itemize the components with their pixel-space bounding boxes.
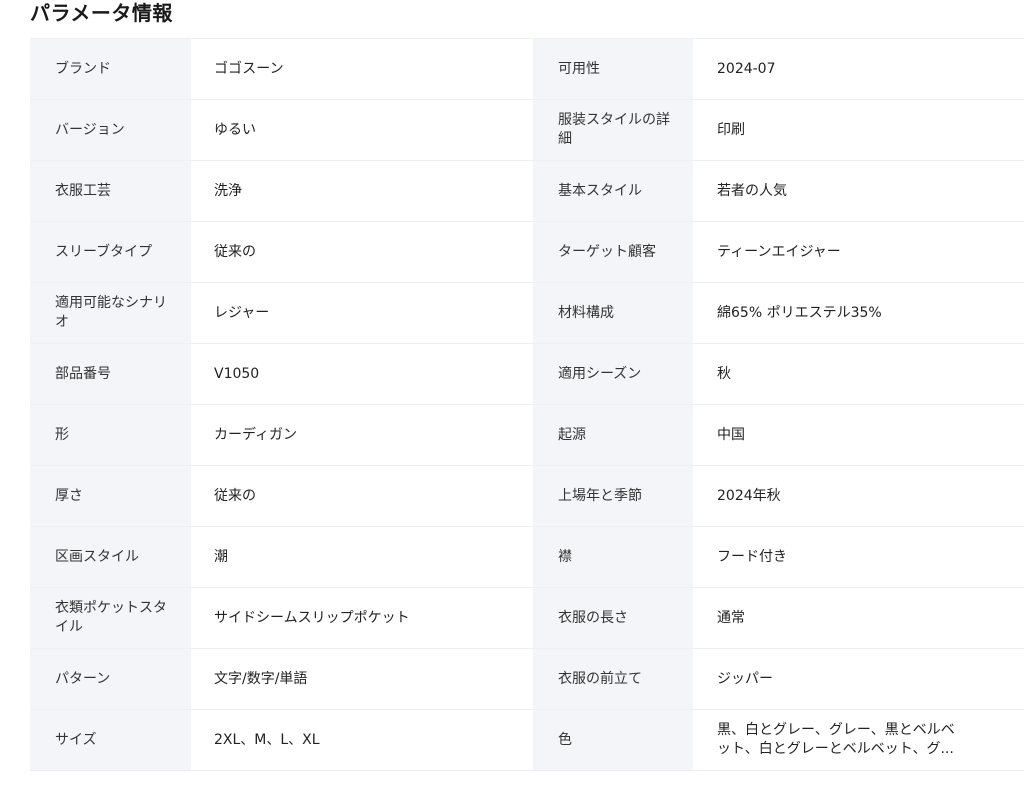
table-row: パターン 文字/数字/単語 衣服の前立て ジッパー xyxy=(30,649,1024,710)
param-value: 文字/数字/単語 xyxy=(191,649,533,709)
param-key: 基本スタイル xyxy=(533,161,693,221)
param-key: 材料構成 xyxy=(533,283,693,343)
param-key: 上場年と季節 xyxy=(533,466,693,526)
param-key: 襟 xyxy=(533,527,693,587)
table-row: 区画スタイル 潮 襟 フード付き xyxy=(30,527,1024,588)
param-key: 適用シーズン xyxy=(533,344,693,404)
param-key: 厚さ xyxy=(30,466,191,526)
param-value: 潮 xyxy=(191,527,533,587)
param-value: 2024年秋 xyxy=(693,466,1024,526)
param-key: 衣類ポケットスタイル xyxy=(30,588,191,648)
param-value: 印刷 xyxy=(693,100,1024,160)
param-key: 衣服の前立て xyxy=(533,649,693,709)
table-row: サイズ 2XL、M、L、XL 色 黒、白とグレー、グレー、黒とベルベット、白とグ… xyxy=(30,710,1024,771)
page-title: パラメータ情報 xyxy=(30,1,173,25)
param-value: 秋 xyxy=(693,344,1024,404)
param-value: サイドシームスリップポケット xyxy=(191,588,533,648)
table-row: 衣類ポケットスタイル サイドシームスリップポケット 衣服の長さ 通常 xyxy=(30,588,1024,649)
table-row: 形 カーディガン 起源 中国 xyxy=(30,405,1024,466)
param-value: レジャー xyxy=(191,283,533,343)
param-key: バージョン xyxy=(30,100,191,160)
parameter-table: ブランド ゴゴスーン 可用性 2024-07 バージョン ゆるい 服装スタイルの… xyxy=(30,38,1024,771)
param-value: 若者の人気 xyxy=(693,161,1024,221)
table-row: 部品番号 V1050 適用シーズン 秋 xyxy=(30,344,1024,405)
param-value: 中国 xyxy=(693,405,1024,465)
param-value: ゴゴスーン xyxy=(191,39,533,99)
param-value: 2024-07 xyxy=(693,39,1024,99)
param-key: 色 xyxy=(533,710,693,770)
table-row: 厚さ 従来の 上場年と季節 2024年秋 xyxy=(30,466,1024,527)
param-value: カーディガン xyxy=(191,405,533,465)
param-value: 黒、白とグレー、グレー、黒とベルベット、白とグレーとベルベット、グ... xyxy=(693,710,1024,770)
table-row: バージョン ゆるい 服装スタイルの詳細 印刷 xyxy=(30,100,1024,161)
param-value: ティーンエイジャー xyxy=(693,222,1024,282)
param-key: 起源 xyxy=(533,405,693,465)
param-key: ブランド xyxy=(30,39,191,99)
param-key: ターゲット顧客 xyxy=(533,222,693,282)
param-key: 形 xyxy=(30,405,191,465)
table-row: スリーブタイプ 従来の ターゲット顧客 ティーンエイジャー xyxy=(30,222,1024,283)
param-key: 衣服工芸 xyxy=(30,161,191,221)
table-row: ブランド ゴゴスーン 可用性 2024-07 xyxy=(30,39,1024,100)
param-value: ジッパー xyxy=(693,649,1024,709)
param-key: 適用可能なシナリオ xyxy=(30,283,191,343)
param-value: 従来の xyxy=(191,222,533,282)
param-key: 部品番号 xyxy=(30,344,191,404)
param-value: 綿65% ポリエステル35% xyxy=(693,283,1024,343)
param-key: 可用性 xyxy=(533,39,693,99)
table-row: 衣服工芸 洗浄 基本スタイル 若者の人気 xyxy=(30,161,1024,222)
param-value: V1050 xyxy=(191,344,533,404)
param-value: ゆるい xyxy=(191,100,533,160)
param-value: 洗浄 xyxy=(191,161,533,221)
param-value: 2XL、M、L、XL xyxy=(191,710,533,770)
param-value: 従来の xyxy=(191,466,533,526)
param-key: 衣服の長さ xyxy=(533,588,693,648)
param-key: スリーブタイプ xyxy=(30,222,191,282)
param-key: パターン xyxy=(30,649,191,709)
param-key: サイズ xyxy=(30,710,191,770)
param-key: 服装スタイルの詳細 xyxy=(533,100,693,160)
param-key: 区画スタイル xyxy=(30,527,191,587)
param-value: フード付き xyxy=(693,527,1024,587)
param-value: 通常 xyxy=(693,588,1024,648)
table-row: 適用可能なシナリオ レジャー 材料構成 綿65% ポリエステル35% xyxy=(30,283,1024,344)
